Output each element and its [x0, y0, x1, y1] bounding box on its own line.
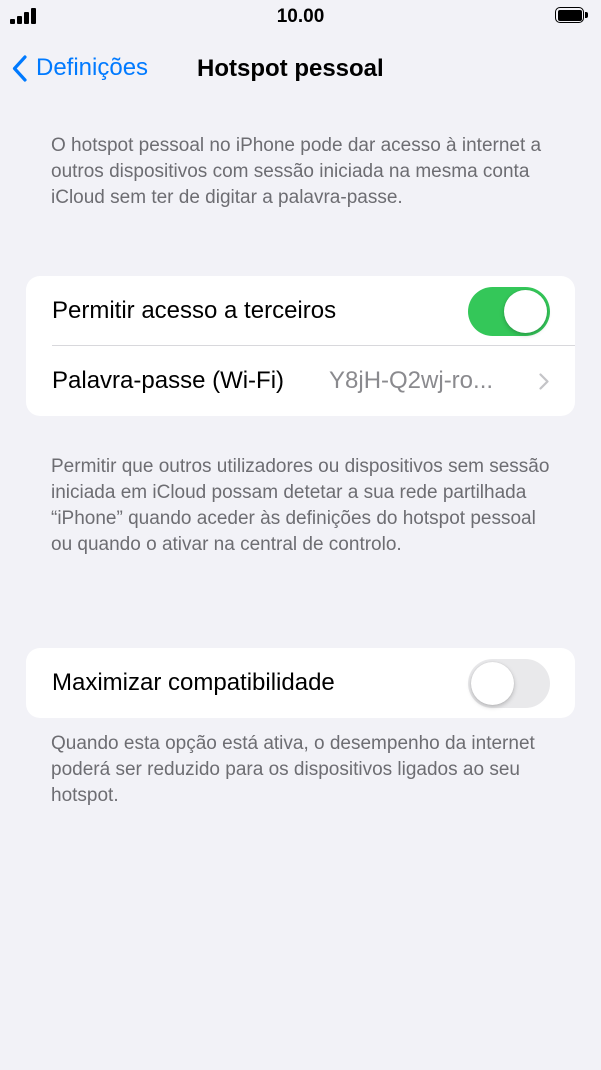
status-time: 10.00 — [276, 6, 325, 27]
wifi-password-label: Palavra-passe (Wi-Fi) — [52, 367, 285, 394]
intro-description: O hotspot pessoal no iPhone pode dar ace… — [51, 135, 542, 208]
toggle-knob — [471, 662, 514, 705]
wifi-password-row[interactable]: Palavra-passe (Wi-Fi) Y8jH-Q2wj-ro... — [26, 346, 575, 416]
back-button[interactable]: Definições — [12, 51, 148, 85]
allow-others-description: Permitir que outros utilizadores ou disp… — [51, 456, 550, 555]
sharing-settings-group: Permitir acesso a terceiros Palavra-pass… — [26, 276, 575, 416]
toggle-knob — [504, 290, 547, 333]
status-bar: 10.00 — [0, 0, 601, 34]
maximize-compat-description: Quando esta opção está ativa, o desempen… — [51, 733, 535, 806]
battery-icon — [555, 7, 589, 25]
maximize-compat-toggle[interactable] — [468, 659, 550, 708]
compatibility-settings-group: Maximizar compatibilidade — [26, 648, 575, 718]
allow-others-toggle[interactable] — [468, 287, 550, 336]
chevron-left-icon — [12, 54, 27, 82]
battery-level-fill — [557, 9, 582, 21]
chevron-right-icon — [539, 373, 549, 390]
maximize-compat-label: Maximizar compatibilidade — [52, 669, 335, 696]
allow-others-label: Permitir acesso a terceiros — [52, 297, 337, 324]
navigation-bar: Definições Hotspot pessoal — [0, 45, 601, 91]
back-button-label: Definições — [36, 54, 149, 81]
page-title: Hotspot pessoal — [197, 55, 384, 82]
maximize-compat-row: Maximizar compatibilidade — [26, 648, 575, 718]
allow-others-row: Permitir acesso a terceiros — [26, 276, 575, 346]
wifi-password-value: Y8jH-Q2wj-ro... — [329, 367, 494, 394]
